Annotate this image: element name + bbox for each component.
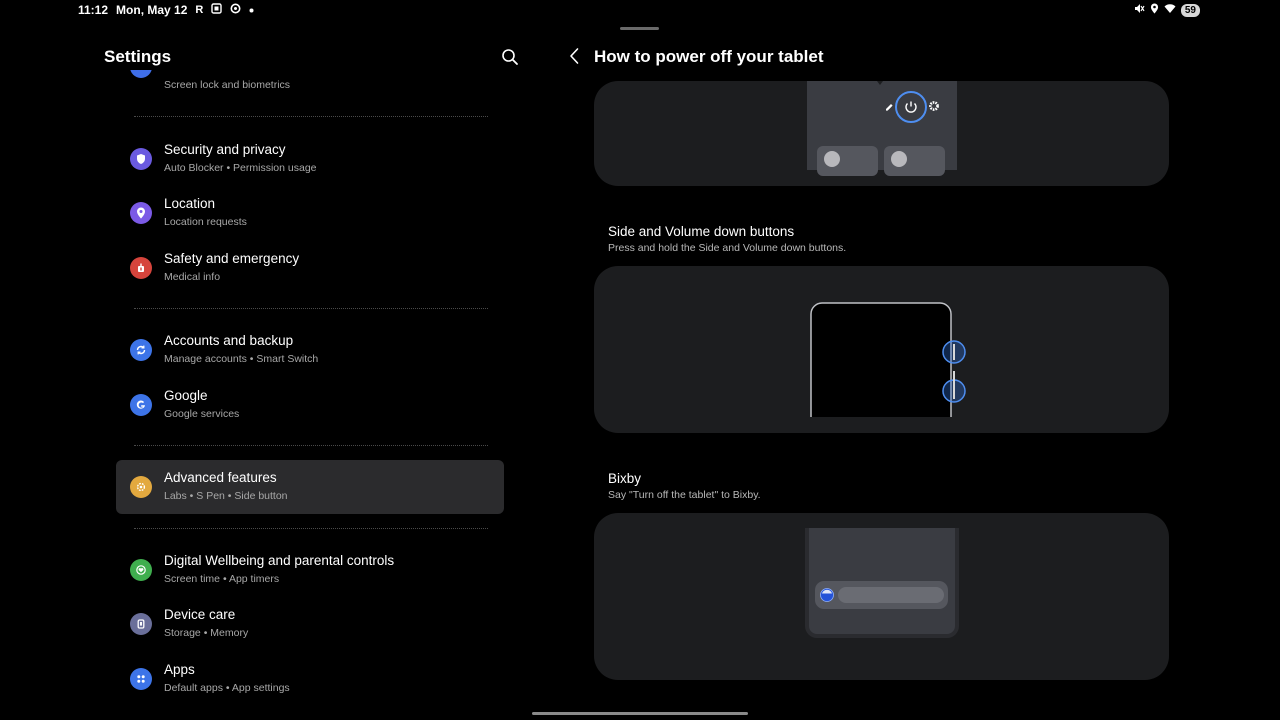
item-title: Location bbox=[164, 196, 216, 211]
side-button-highlight bbox=[942, 340, 966, 364]
gear-plus-icon bbox=[130, 476, 152, 498]
back-button[interactable] bbox=[566, 46, 584, 66]
settings-item-safety-emergency[interactable]: Safety and emergency Medical info bbox=[116, 241, 504, 295]
partial-item-subtitle: Screen lock and biometrics bbox=[164, 79, 291, 91]
item-subtitle: Screen time • App timers bbox=[164, 573, 280, 585]
section-subtitle: Press and hold the Side and Volume down … bbox=[608, 242, 847, 254]
settings-item-location[interactable]: Location Location requests bbox=[116, 186, 504, 240]
settings-item-digital-wellbeing[interactable]: Digital Wellbeing and parental controls … bbox=[116, 543, 504, 597]
settings-item-apps[interactable]: Apps Default apps • App settings bbox=[116, 652, 504, 706]
item-title: Advanced features bbox=[164, 470, 277, 485]
lock-screen-icon bbox=[130, 70, 152, 78]
detail-pane: How to power off your tablet Side and Vo… bbox=[560, 0, 1200, 720]
settings-title: Settings bbox=[104, 47, 172, 66]
item-subtitle: Auto Blocker • Permission usage bbox=[164, 162, 317, 174]
quick-panel-illustration bbox=[807, 81, 957, 176]
detail-title: How to power off your tablet bbox=[594, 47, 824, 66]
navigation-gesture-bar[interactable] bbox=[532, 712, 748, 715]
item-title: Accounts and backup bbox=[164, 333, 294, 348]
divider bbox=[134, 308, 488, 309]
item-subtitle: Medical info bbox=[164, 271, 221, 283]
item-subtitle: Storage • Memory bbox=[164, 627, 249, 639]
google-icon bbox=[130, 394, 152, 416]
settings-item-security-privacy[interactable]: Security and privacy Auto Blocker • Perm… bbox=[116, 132, 504, 186]
gear-icon bbox=[929, 101, 939, 111]
section-title: Side and Volume down buttons bbox=[608, 224, 795, 239]
power-icon bbox=[895, 91, 927, 123]
device-care-icon bbox=[130, 613, 152, 635]
settings-item-google[interactable]: Google Google services bbox=[116, 378, 504, 432]
bixby-illustration bbox=[805, 528, 959, 638]
item-subtitle: Labs • S Pen • Side button bbox=[164, 490, 288, 502]
apps-grid-icon bbox=[130, 668, 152, 690]
section-title: Bixby bbox=[608, 471, 642, 486]
item-title: Safety and emergency bbox=[164, 251, 300, 266]
settings-item-accounts-backup[interactable]: Accounts and backup Manage accounts • Sm… bbox=[116, 323, 504, 377]
location-pin-icon bbox=[130, 202, 152, 224]
shield-icon bbox=[130, 148, 152, 170]
item-title: Device care bbox=[164, 607, 236, 622]
item-subtitle: Default apps • App settings bbox=[164, 682, 290, 694]
divider bbox=[134, 116, 488, 117]
search-icon bbox=[502, 49, 518, 65]
settings-item-device-care[interactable]: Device care Storage • Memory bbox=[116, 597, 504, 651]
divider bbox=[134, 445, 488, 446]
side-buttons-illustration-card bbox=[594, 266, 1169, 433]
chevron-left-icon bbox=[570, 48, 579, 64]
item-subtitle: Google services bbox=[164, 408, 240, 420]
item-title: Security and privacy bbox=[164, 142, 286, 157]
item-subtitle: Location requests bbox=[164, 216, 247, 228]
sync-icon bbox=[130, 339, 152, 361]
item-title: Google bbox=[164, 388, 208, 403]
divider bbox=[134, 528, 488, 529]
item-subtitle: Manage accounts • Smart Switch bbox=[164, 353, 319, 365]
bixby-illustration-card bbox=[594, 513, 1169, 680]
heart-circle-icon bbox=[130, 559, 152, 581]
settings-item-advanced-features[interactable]: Advanced features Labs • S Pen • Side bu… bbox=[116, 460, 504, 514]
bixby-icon bbox=[820, 588, 834, 602]
item-title: Digital Wellbeing and parental controls bbox=[164, 553, 395, 568]
item-title: Apps bbox=[164, 662, 195, 677]
emergency-icon bbox=[130, 257, 152, 279]
settings-list-pane: Settings Screen lock and biometrics Secu… bbox=[100, 0, 530, 720]
section-subtitle: Say "Turn off the tablet" to Bixby. bbox=[608, 489, 761, 501]
side-buttons-illustration bbox=[810, 302, 966, 417]
quick-panel-illustration-card bbox=[594, 81, 1169, 186]
search-button[interactable] bbox=[500, 47, 520, 67]
